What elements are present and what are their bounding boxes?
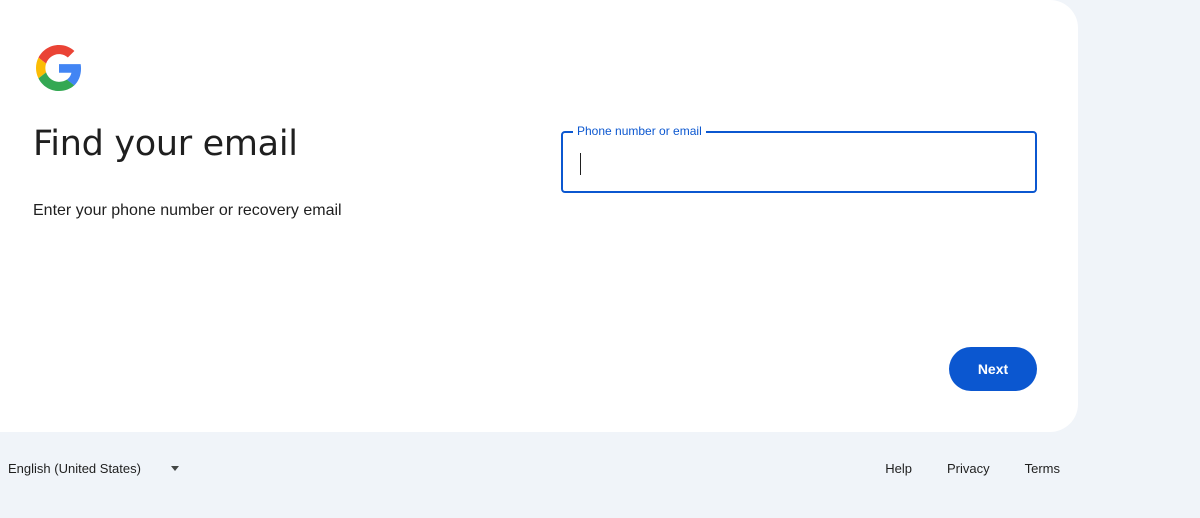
footer-links: Help Privacy Terms	[850, 450, 1078, 486]
find-email-card: Find your email Enter your phone number …	[0, 0, 1078, 432]
phone-or-email-field[interactable]: Phone number or email	[561, 124, 1037, 193]
chevron-down-icon	[170, 465, 179, 471]
google-logo-icon	[36, 45, 82, 91]
privacy-link[interactable]: Privacy	[947, 461, 990, 476]
terms-link[interactable]: Terms	[1025, 461, 1060, 476]
page-title: Find your email	[33, 124, 298, 164]
language-label: English (United States)	[8, 460, 141, 476]
next-button[interactable]: Next	[949, 347, 1037, 391]
help-link[interactable]: Help	[885, 461, 912, 476]
text-caret	[580, 153, 581, 175]
footer: English (United States) Help Privacy Ter…	[0, 450, 1078, 486]
phone-or-email-label: Phone number or email	[573, 124, 706, 138]
phone-or-email-input[interactable]	[575, 145, 1015, 179]
language-selector[interactable]: English (United States)	[0, 450, 179, 486]
page-subtitle: Enter your phone number or recovery emai…	[33, 202, 342, 219]
